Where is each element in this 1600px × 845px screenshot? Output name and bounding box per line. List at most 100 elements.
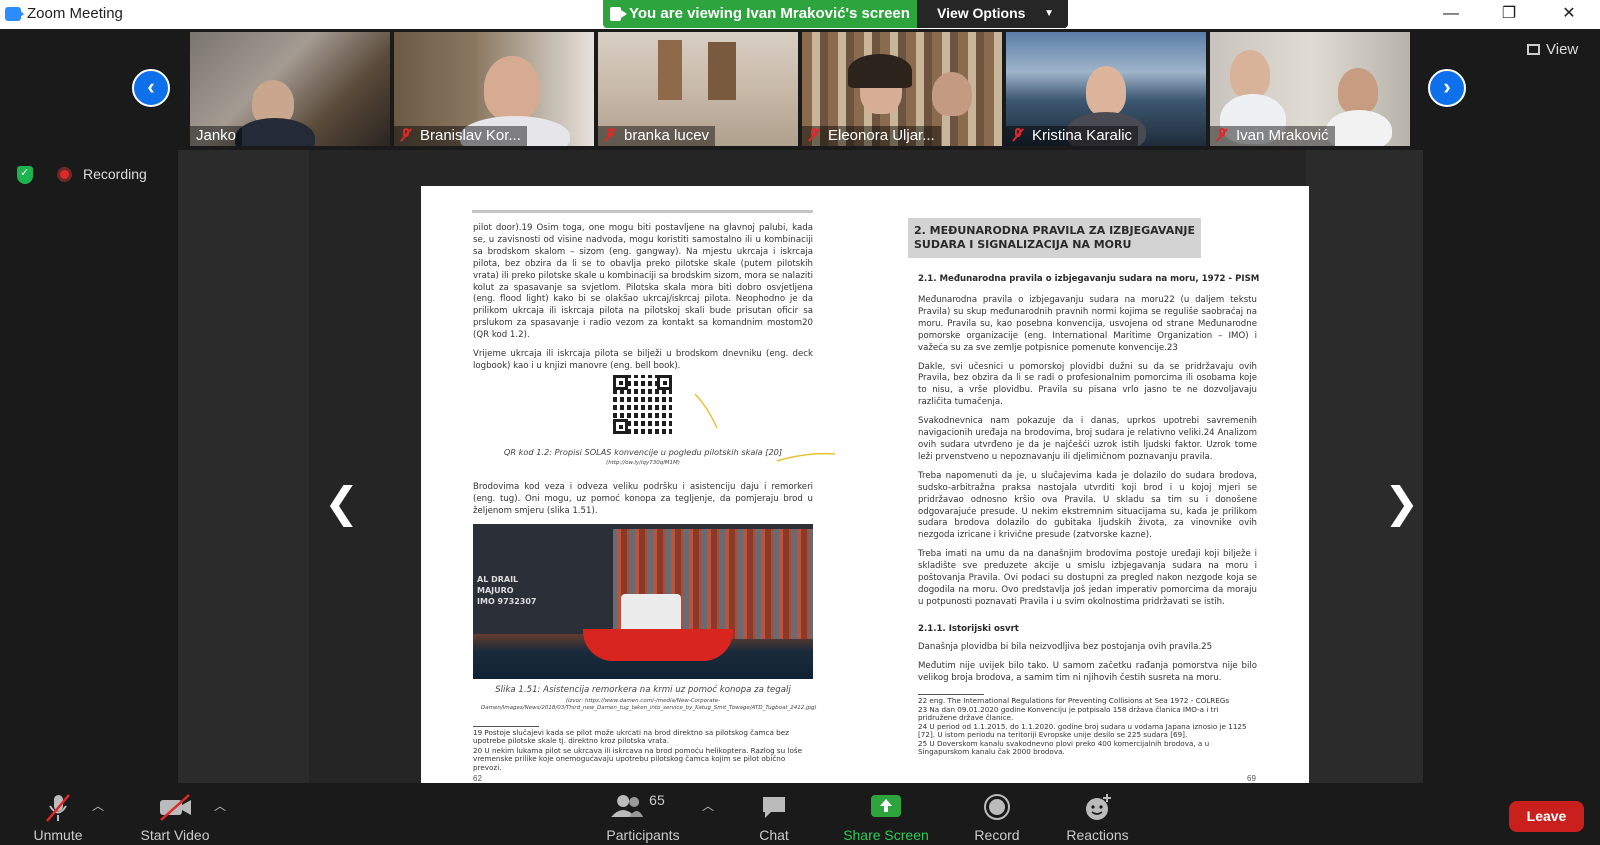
page-number-left: 62: [473, 774, 482, 783]
start-video-button[interactable]: Start Video: [130, 783, 220, 845]
paragraph: Svakodnevnica nam pokazuje da i danas, u…: [918, 416, 1257, 462]
screen-share-icon: [610, 7, 621, 21]
right-page-text-2: Današnja plovidba bi bila neizvodljiva b…: [918, 642, 1257, 692]
participants-options-caret-icon[interactable]: ︿: [702, 797, 714, 814]
zoom-app-icon: [5, 7, 24, 21]
reactions-button[interactable]: Reactions: [1055, 783, 1140, 845]
footnote-rule: [918, 694, 984, 695]
footnote-24: 24 U period od 1.1.2015. do 1.1.2020. go…: [918, 722, 1247, 740]
subsection-heading: 2.1.1. Istorijski osvrt: [918, 624, 1019, 634]
right-page-text: Međunarodna pravila o izbjegavanju sudar…: [918, 295, 1257, 616]
left-page-text: pilot door).19 Osim toga, one mogu biti …: [473, 223, 813, 380]
photo-caption: Slika 1.51: Asistencija remorkera na krm…: [495, 685, 791, 695]
next-participants-button[interactable]: ›: [1428, 69, 1466, 107]
ship-name-text: AL DRAIL: [477, 575, 519, 584]
record-icon: [984, 794, 1010, 820]
footnote-23: 23 Na dan 09.01.2020 godine Konvenciju j…: [918, 705, 1219, 723]
tugboat-photo: AL DRAIL MAJURO IMO 9732307: [473, 524, 813, 679]
restore-button[interactable]: ❐: [1486, 0, 1532, 29]
view-layout-button[interactable]: View: [1527, 41, 1578, 58]
participant-video-eleonora[interactable]: Eleonora Uljar...: [802, 32, 1002, 146]
reactions-smiley-icon: [1085, 794, 1111, 820]
share-screen-button[interactable]: Share Screen: [836, 783, 936, 845]
participant-video-branislav[interactable]: Branislav Kor...: [394, 32, 594, 146]
recording-icon: [57, 167, 72, 182]
paragraph: Vrijeme ukrcaja ili iskrcaja pilota se b…: [473, 349, 813, 371]
viewer-left-margin: [178, 150, 309, 783]
chat-icon: [763, 797, 785, 818]
mic-muted-icon: [46, 794, 70, 822]
record-label: Record: [974, 827, 1020, 843]
participant-name: Janko: [190, 126, 243, 146]
audio-options-caret-icon[interactable]: ︿: [92, 797, 104, 814]
ship-imo-text: IMO 9732307: [477, 597, 537, 606]
chapter-heading: 2. MEĐUNARODNA PRAVILA ZA IZBJEGAVANJE S…: [914, 224, 1196, 251]
view-label: View: [1546, 41, 1579, 58]
chat-button[interactable]: Chat: [740, 783, 808, 845]
section-heading: 2.1. Međunarodna pravila o izbjegavanju …: [918, 274, 1260, 284]
qr-url: (http://ow.ly/iqy730qlM1M): [606, 460, 680, 466]
prev-participants-button[interactable]: ‹: [132, 69, 170, 107]
photo-source: (izvor: https://www.damen.com/-/media/Ne…: [481, 698, 817, 711]
left-page-text-2: Brodovima kod veza i odveza veliku podrš…: [473, 482, 813, 525]
footnote-20: 20 U nekim lukama pilot se ukrcava ili i…: [473, 746, 803, 772]
participant-video-branka[interactable]: branka lucev: [598, 32, 798, 146]
previous-page-arrow-icon[interactable]: ❮: [324, 478, 359, 527]
window-title: Zoom Meeting: [27, 5, 123, 22]
participant-name: Eleonora Uljar...: [802, 126, 941, 146]
mic-muted-icon: [1012, 128, 1024, 142]
paragraph: Međutim nije uvijek bilo tako. U samom z…: [918, 660, 1257, 683]
next-page-arrow-icon[interactable]: ❯: [1384, 478, 1419, 527]
qr-caption: QR kod 1.2: Propisi SOLAS konvencije u p…: [503, 447, 783, 457]
mic-muted-icon: [400, 128, 412, 142]
page-number-right: 69: [1247, 774, 1256, 783]
qr-code: [613, 375, 672, 434]
security-shield-icon[interactable]: [17, 166, 33, 184]
footnote-19: 19 Postoje slučajevi kada se pilot može …: [473, 728, 789, 746]
close-button[interactable]: ✕: [1546, 0, 1592, 29]
paragraph: Treba napomenuti da je, u slučajevima ka…: [918, 470, 1257, 541]
chat-label: Chat: [759, 827, 789, 843]
mic-muted-icon: [604, 128, 616, 142]
record-button[interactable]: Record: [957, 783, 1037, 845]
paragraph: Treba imati na umu da na današnjim brodo…: [918, 549, 1257, 607]
start-video-label: Start Video: [140, 827, 210, 843]
paragraph: Brodovima kod veza i odveza veliku podrš…: [473, 482, 813, 516]
chevron-down-icon: ▼: [1044, 8, 1054, 19]
view-options-label: View Options: [937, 5, 1026, 21]
share-banner-text: You are viewing Ivan Mraković's screen: [629, 5, 910, 22]
viewer-right-margin: [1306, 150, 1423, 783]
paragraph: Međunarodna pravila o izbjegavanju sudar…: [918, 295, 1257, 353]
mic-muted-icon: [1216, 128, 1228, 142]
share-screen-label: Share Screen: [843, 827, 929, 843]
participants-icon: 65: [611, 793, 665, 817]
participant-name: Branislav Kor...: [394, 126, 527, 146]
grid-icon: [1527, 44, 1540, 55]
mic-muted-icon: [808, 128, 820, 142]
minimize-button[interactable]: —: [1428, 0, 1474, 29]
unmute-label: Unmute: [33, 827, 83, 843]
paragraph: pilot door).19 Osim toga, one mogu biti …: [473, 223, 813, 341]
view-options-button[interactable]: View Options ▼: [917, 0, 1068, 28]
leave-button[interactable]: Leave: [1509, 801, 1584, 832]
reactions-label: Reactions: [1066, 827, 1129, 843]
participant-video-kristina[interactable]: Kristina Karalic: [1006, 32, 1206, 146]
footnote-rule: [473, 726, 539, 727]
participant-video-janko[interactable]: Janko: [190, 32, 390, 146]
participant-count: 65: [649, 793, 665, 808]
participants-label: Participants: [606, 827, 680, 843]
participant-name: Ivan Mraković: [1210, 126, 1335, 146]
ship-port-text: MAJURO: [477, 586, 514, 595]
participant-name: Kristina Karalic: [1006, 126, 1139, 146]
footnote-25: 25 U Doverskom kanalu svakodnevno plovi …: [918, 739, 1210, 757]
participant-video-ivan[interactable]: Ivan Mraković: [1210, 32, 1410, 146]
unmute-button[interactable]: Unmute: [20, 783, 96, 845]
chapter-heading-box: 2. MEĐUNARODNA PRAVILA ZA IZBJEGAVANJE S…: [908, 218, 1201, 258]
recording-label: Recording: [83, 166, 147, 182]
video-options-caret-icon[interactable]: ︿: [214, 797, 226, 814]
page-top-rule: [472, 210, 813, 213]
participants-button[interactable]: 65 Participants: [598, 783, 688, 845]
meeting-toolbar: Unmute ︿ Start Video ︿ 65 Participants ︿…: [0, 783, 1600, 845]
paragraph: Današnja plovidba bi bila neizvodljiva b…: [918, 642, 1213, 652]
paragraph: Dakle, svi učesnici u pomorskoj plovidbi…: [918, 361, 1257, 408]
